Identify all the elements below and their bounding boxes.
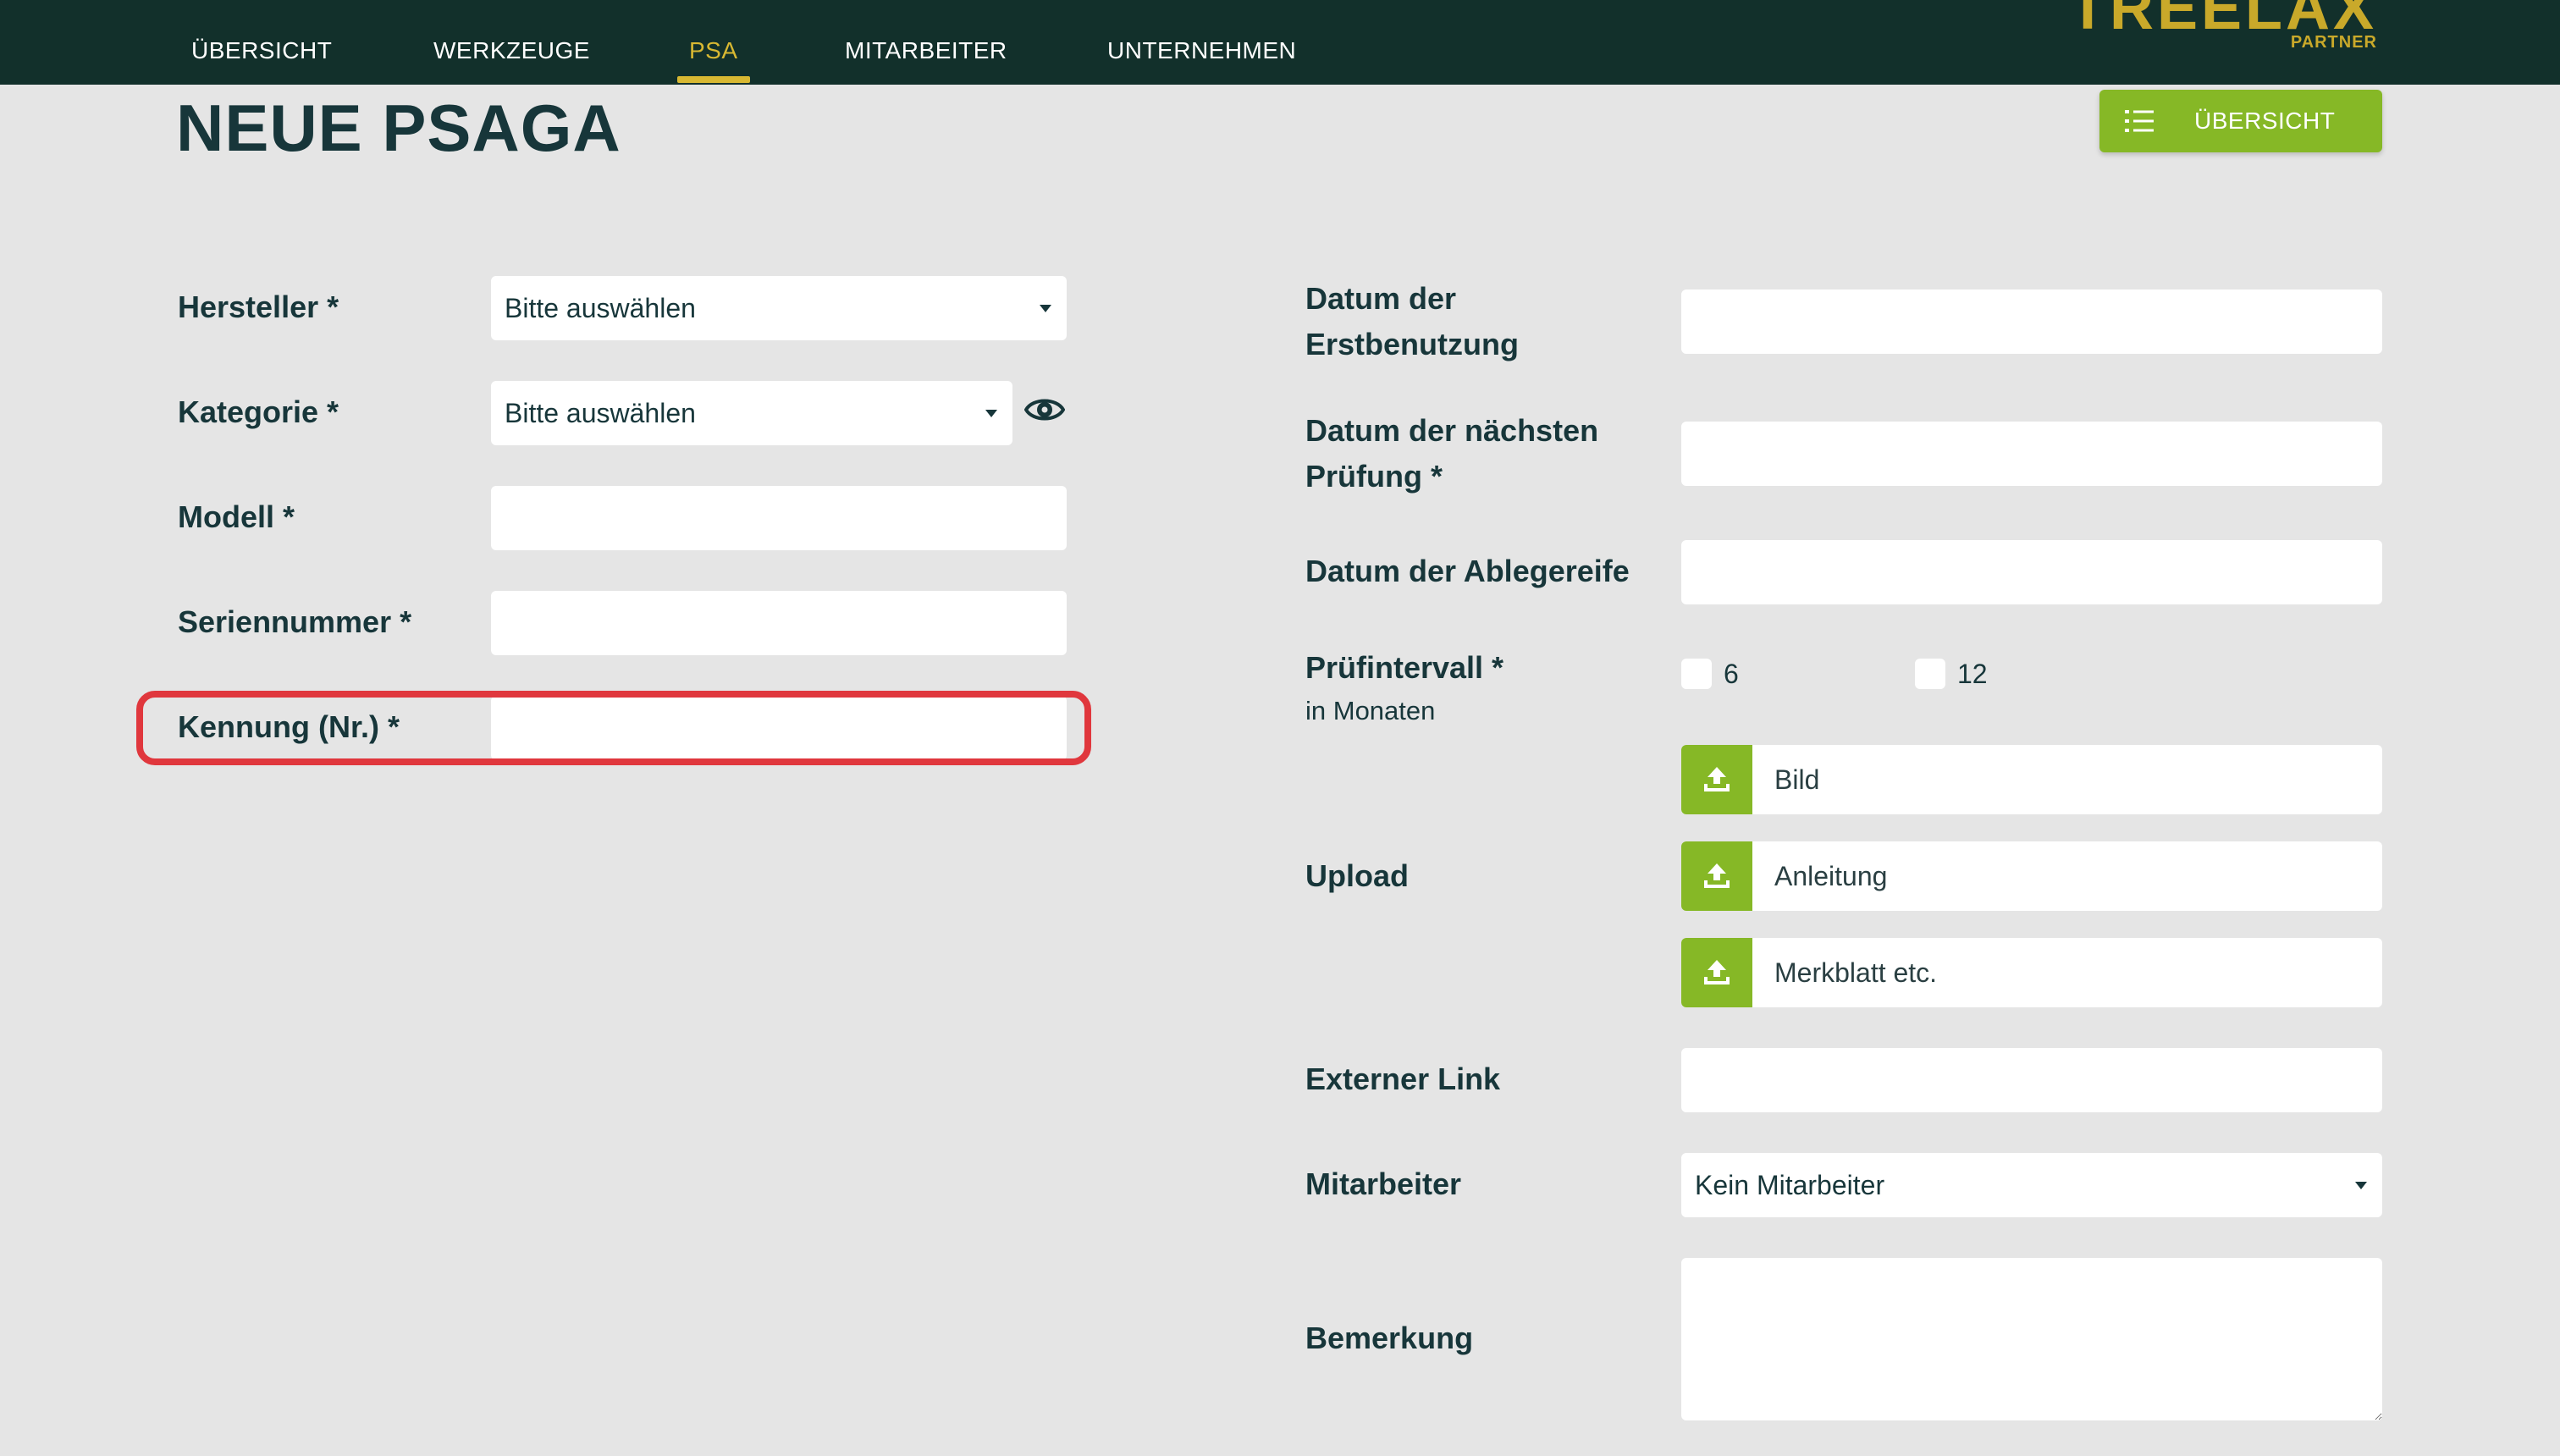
nav-item-psa[interactable]: PSA [689,36,738,66]
interval-12-label: 12 [1957,659,1988,689]
pruefintervall-sublabel: in Monaten [1305,696,1436,725]
bemerkung-label: Bemerkung [1305,1321,1474,1355]
seriennummer-label: Seriennummer * [178,604,412,639]
ablegereife-label: Datum der Ablegereife [1305,554,1630,588]
highlight-annotation [136,691,1091,765]
mitarbeiter-label: Mitarbeiter [1305,1166,1462,1201]
erstbenutzung-date-input[interactable] [1681,290,2382,354]
upload-icon [1681,841,1752,911]
overview-button-label: ÜBERSICHT [2194,108,2336,134]
pruefintervall-label: Prüfintervall * [1305,650,1504,685]
kategorie-select-value: Bitte auswählen [505,397,696,428]
upload-merkblatt-label: Merkblatt etc. [1774,957,1938,988]
interval-12-checkbox[interactable] [1915,659,1945,689]
seriennummer-input[interactable] [491,591,1067,655]
nav-item-mitarbeiter[interactable]: MITARBEITER [845,36,1007,66]
naechste-pruefung-label-line1: Datum der nächsten [1305,413,1599,448]
modell-input[interactable] [491,486,1067,550]
interval-6-checkbox[interactable] [1681,659,1712,689]
hersteller-label: Hersteller * [178,290,339,324]
upload-bild-label: Bild [1774,764,1820,795]
externer-link-input[interactable] [1681,1048,2382,1112]
upload-merkblatt[interactable]: Merkblatt etc. [1681,938,2382,1007]
naechste-pruefung-label-line2: Prüfung * [1305,459,1443,494]
hersteller-select[interactable]: Bitte auswählen [491,276,1067,340]
upload-icon [1681,938,1752,1007]
upload-icon [1681,745,1752,814]
chevron-down-icon [1040,305,1051,312]
top-navigation-bar: ÜBERSICHT WERKZEUGE PSA MITARBEITER UNTE… [0,0,2560,85]
bemerkung-textarea[interactable] [1681,1258,2382,1420]
upload-bild[interactable]: Bild [1681,745,2382,814]
chevron-down-icon [2355,1182,2367,1189]
list-icon [2125,110,2154,132]
active-nav-indicator [677,76,750,83]
erstbenutzung-label-line2: Erstbenutzung [1305,327,1519,361]
hersteller-select-value: Bitte auswählen [505,292,696,323]
nav-item-unternehmen[interactable]: UNTERNEHMEN [1107,36,1296,66]
page-title: NEUE PSAGA [176,91,621,165]
erstbenutzung-label-line1: Datum der [1305,281,1457,316]
nav-item-uebersicht[interactable]: ÜBERSICHT [191,36,332,66]
mitarbeiter-select[interactable]: Kein Mitarbeiter [1681,1153,2382,1217]
upload-anleitung[interactable]: Anleitung [1681,841,2382,911]
ablegereife-date-input[interactable] [1681,540,2382,604]
upload-anleitung-label: Anleitung [1774,860,1888,891]
chevron-down-icon [985,410,997,417]
externer-link-label: Externer Link [1305,1062,1501,1096]
upload-label: Upload [1305,858,1409,893]
brand-logo[interactable]: TREELAX PARTNER [2069,0,2377,54]
mitarbeiter-select-value: Kein Mitarbeiter [1695,1169,1885,1200]
kategorie-select[interactable]: Bitte auswählen [491,381,1012,445]
kategorie-label: Kategorie * [178,394,339,429]
eye-icon[interactable] [1024,393,1065,427]
interval-6-label: 6 [1724,659,1739,689]
modell-label: Modell * [178,499,295,534]
overview-button[interactable]: ÜBERSICHT [2099,90,2382,152]
nav-item-werkzeuge[interactable]: WERKZEUGE [433,36,590,66]
naechste-pruefung-date-input[interactable] [1681,422,2382,486]
